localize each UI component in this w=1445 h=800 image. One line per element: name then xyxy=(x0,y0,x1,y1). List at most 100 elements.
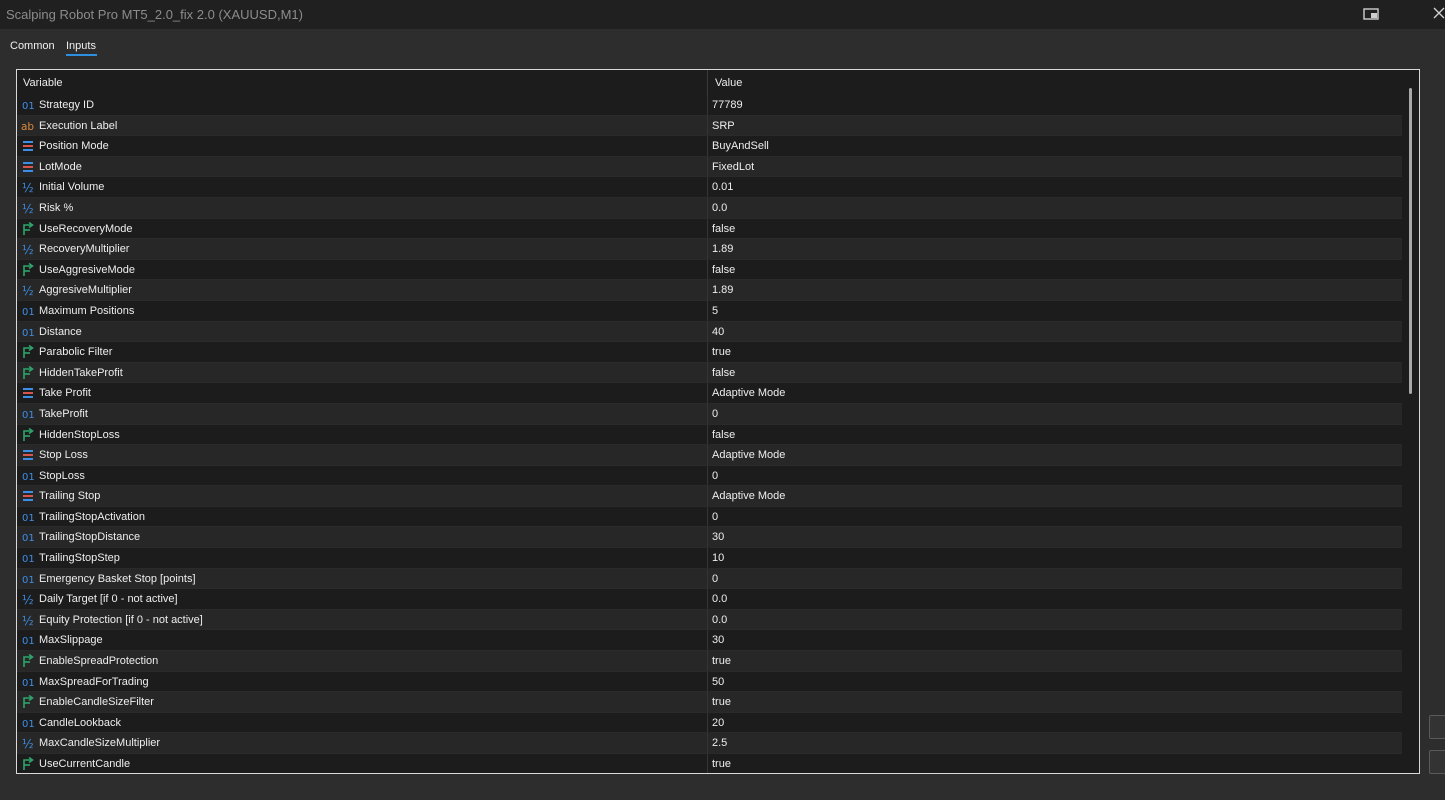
table-row[interactable]: LotMode FixedLot xyxy=(17,156,1402,178)
double-type-icon: ½ xyxy=(22,593,34,606)
value-cell[interactable]: false xyxy=(709,260,1402,280)
value-cell[interactable]: 0 xyxy=(709,507,1402,527)
variable-name: Initial Volume xyxy=(39,181,105,194)
side-button-lower[interactable] xyxy=(1429,750,1445,774)
variable-name: Strategy ID xyxy=(39,99,95,111)
table-row[interactable]: 01 TrailingStopDistance 30 xyxy=(17,527,1402,549)
value-cell[interactable]: SRP xyxy=(709,116,1402,136)
value-cell[interactable]: 30 xyxy=(709,630,1402,650)
value-cell[interactable]: 77789 xyxy=(709,95,1402,115)
tab-common[interactable]: Common xyxy=(10,36,55,58)
value-cell[interactable]: true xyxy=(709,651,1402,671)
table-row[interactable]: ½ Initial Volume 0.01 xyxy=(17,177,1402,198)
value-cell[interactable]: 0.0 xyxy=(709,589,1402,609)
scrollbar-thumb[interactable] xyxy=(1409,88,1412,394)
value-cell[interactable]: Adaptive Mode xyxy=(709,383,1402,403)
value-cell[interactable]: true xyxy=(709,754,1402,773)
variable-name: Maximum Positions xyxy=(39,304,135,317)
variable-name: Distance xyxy=(39,325,82,338)
table-row[interactable]: 01 Emergency Basket Stop [points] 0 xyxy=(17,568,1402,590)
table-row[interactable]: 01 StopLoss 0 xyxy=(17,465,1402,487)
table-row[interactable]: EnableCandleSizeFilter true xyxy=(17,692,1402,713)
double-type-icon: ½ xyxy=(22,181,34,194)
value-cell[interactable]: BuyAndSell xyxy=(709,136,1402,156)
window-title: Scalping Robot Pro MT5_2.0_fix 2.0 (XAUU… xyxy=(6,7,303,22)
table-row[interactable]: ½ AggresiveMultiplier 1.89 xyxy=(17,280,1402,301)
value-cell[interactable]: 0.0 xyxy=(709,610,1402,630)
value-cell[interactable]: 0.0 xyxy=(709,198,1402,218)
variable-cell: LotMode xyxy=(17,156,708,177)
table-row[interactable]: 01 TakeProfit 0 xyxy=(17,403,1402,425)
value-cell[interactable]: 5 xyxy=(709,301,1402,321)
value-cell[interactable]: 0 xyxy=(709,404,1402,424)
table-row[interactable]: 01 MaxSlippage 30 xyxy=(17,630,1402,652)
svg-text:½: ½ xyxy=(22,614,34,627)
table-row[interactable]: ½ Equity Protection [if 0 - not active] 0.… xyxy=(17,609,1402,631)
table-row[interactable]: 01 CandleLookback 20 xyxy=(17,712,1402,734)
value-cell[interactable]: false xyxy=(709,363,1402,383)
value-cell[interactable]: 0 xyxy=(709,569,1402,589)
value-cell[interactable]: 30 xyxy=(709,527,1402,547)
side-button-upper[interactable] xyxy=(1429,715,1445,739)
value-cell[interactable]: 10 xyxy=(709,548,1402,568)
table-row[interactable]: Parabolic Filter true xyxy=(17,342,1402,363)
int-type-icon: 01 xyxy=(22,554,35,565)
table-row[interactable]: 01 Strategy ID 77789 xyxy=(17,95,1402,116)
variable-cell: EnableCandleSizeFilter xyxy=(17,692,708,712)
table-row[interactable]: UseRecoveryMode false xyxy=(17,218,1402,240)
table-row[interactable]: ½ RecoveryMultiplier 1.89 xyxy=(17,239,1402,260)
value-cell[interactable]: Adaptive Mode xyxy=(709,445,1402,465)
table-row[interactable]: 01 TrailingStopActivation 0 xyxy=(17,506,1402,528)
value-cell[interactable]: 1.89 xyxy=(709,280,1402,300)
svg-text:01: 01 xyxy=(22,554,35,565)
table-row[interactable]: ½ MaxCandleSizeMultiplier 2.5 xyxy=(17,733,1402,754)
value-cell[interactable]: 0.01 xyxy=(709,177,1402,197)
value-cell[interactable]: FixedLot xyxy=(709,157,1402,177)
value-cell[interactable]: 0 xyxy=(709,466,1402,486)
table-row[interactable]: HiddenStopLoss false xyxy=(17,424,1402,446)
svg-text:½: ½ xyxy=(22,202,34,215)
table-row[interactable]: Position Mode BuyAndSell xyxy=(17,136,1402,157)
table-row[interactable]: Trailing Stop Adaptive Mode xyxy=(17,486,1402,507)
vertical-scrollbar[interactable] xyxy=(1402,70,1419,773)
table-row[interactable]: 01 TrailingStopStep 10 xyxy=(17,548,1402,569)
value-cell[interactable]: 2.5 xyxy=(709,733,1402,753)
table-row[interactable]: UseCurrentCandle true xyxy=(17,754,1402,773)
value-cell[interactable]: Adaptive Mode xyxy=(709,486,1402,506)
enum-type-icon xyxy=(23,491,33,502)
table-row[interactable]: 01 Maximum Positions 5 xyxy=(17,300,1402,322)
table-row[interactable]: 01 MaxSpreadForTrading 50 xyxy=(17,671,1402,693)
table-row[interactable]: ½ Risk % 0.0 xyxy=(17,197,1402,219)
int-type-icon: 01 xyxy=(22,513,35,524)
variable-cell: 01 Emergency Basket Stop [points] xyxy=(17,568,708,589)
table-row[interactable]: ½ Daily Target [if 0 - not active] 0.0 xyxy=(17,589,1402,610)
variable-cell: ½ Daily Target [if 0 - not active] xyxy=(17,589,708,609)
value-cell[interactable]: 40 xyxy=(709,322,1402,342)
variable-cell: 01 CandleLookback xyxy=(17,712,708,733)
value-cell[interactable]: true xyxy=(709,692,1402,712)
table-row[interactable]: ab Execution Label SRP xyxy=(17,115,1402,137)
variable-cell: UseAggresiveMode xyxy=(17,259,708,280)
table-row[interactable]: EnableSpreadProtection true xyxy=(17,651,1402,672)
double-type-icon: ½ xyxy=(22,284,34,297)
table-row[interactable]: HiddenTakeProfit false xyxy=(17,362,1402,384)
double-type-icon: ½ xyxy=(22,737,34,750)
variable-cell: Take Profit xyxy=(17,383,708,403)
value-cell[interactable]: 20 xyxy=(709,713,1402,733)
value-cell[interactable]: 50 xyxy=(709,672,1402,692)
table-row[interactable]: Stop Loss Adaptive Mode xyxy=(17,445,1402,466)
column-header-value[interactable]: Value xyxy=(709,70,1399,95)
table-row[interactable]: Take Profit Adaptive Mode xyxy=(17,383,1402,404)
window-restore-icon[interactable] xyxy=(1360,4,1382,24)
value-cell[interactable]: 1.89 xyxy=(709,239,1402,259)
table-row[interactable]: 01 Distance 40 xyxy=(17,321,1402,343)
svg-text:½: ½ xyxy=(22,181,34,194)
value-cell[interactable]: false xyxy=(709,425,1402,445)
variable-cell: 01 MaxSlippage xyxy=(17,630,708,651)
value-cell[interactable]: false xyxy=(709,219,1402,239)
table-row[interactable]: UseAggresiveMode false xyxy=(17,259,1402,281)
column-header-variable[interactable]: Variable xyxy=(17,70,708,95)
variable-cell: HiddenTakeProfit xyxy=(17,362,708,383)
value-cell[interactable]: true xyxy=(709,342,1402,362)
close-icon[interactable] xyxy=(1430,4,1445,24)
